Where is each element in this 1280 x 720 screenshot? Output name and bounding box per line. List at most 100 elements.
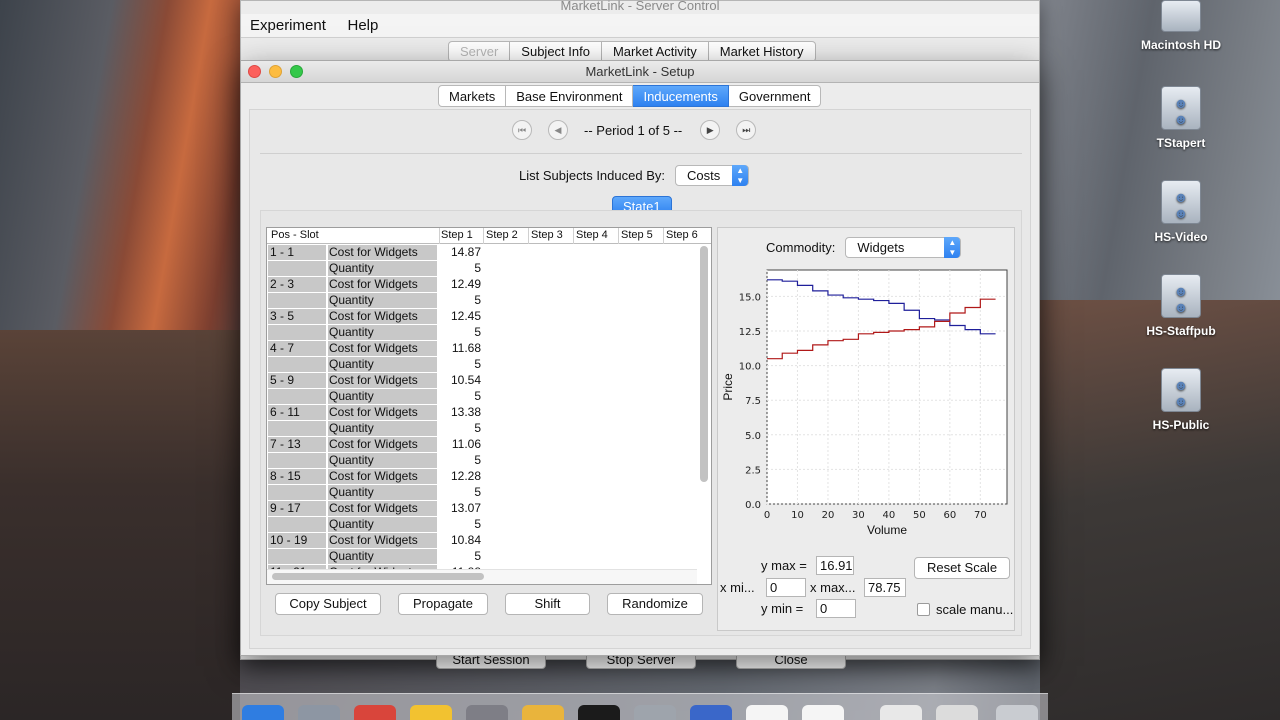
app-dock-icon[interactable] [522, 705, 564, 720]
step-1-cell[interactable]: 12.49 [439, 277, 481, 291]
next-period-icon[interactable]: ▶ [700, 120, 721, 140]
step-1-cell[interactable]: 13.07 [439, 501, 481, 515]
step-1-cell[interactable]: 13.38 [439, 405, 481, 419]
zoom-window-icon[interactable] [290, 65, 303, 78]
chart-panel: Commodity: Widgets ▲ ▼ 0.0 2.5 5.0 7.5 10.0 12… [717, 227, 1015, 631]
table-row[interactable]: Quantity 5 [267, 453, 697, 469]
table-row[interactable]: Quantity 5 [267, 485, 697, 501]
period-label: -- Period 1 of 5 -- [584, 122, 683, 138]
table-row[interactable]: 3 - 5 Cost for Widgets 12.45 [267, 309, 697, 325]
step-1-cell[interactable]: 5 [439, 261, 481, 275]
system-preferences-dock-icon[interactable] [466, 705, 508, 720]
step-1-cell[interactable]: 5 [439, 453, 481, 467]
drive-dock-icon[interactable] [410, 705, 452, 720]
xmin-field[interactable]: 0 [766, 578, 806, 597]
step-1-cell[interactable]: 12.45 [439, 309, 481, 323]
propagate-button[interactable]: Propagate [398, 593, 488, 615]
step-1-cell[interactable]: 11.06 [439, 437, 481, 451]
app-dock-icon[interactable] [634, 705, 676, 720]
menu-help[interactable]: Help [339, 14, 388, 37]
java-dock-icon[interactable] [746, 705, 788, 720]
tab-market-activity[interactable]: Market Activity [601, 41, 709, 62]
tab-inducements[interactable]: Inducements [633, 85, 729, 107]
trash-dock-icon[interactable] [996, 705, 1038, 720]
ymin-field[interactable]: 0 [816, 599, 856, 618]
table-row[interactable]: Quantity 5 [267, 389, 697, 405]
tab-server[interactable]: Server [448, 41, 511, 62]
desktop-icon-macintosh-hd[interactable]: Macintosh HD [1126, 0, 1236, 52]
header-step-4: Step 4 [576, 229, 608, 241]
table-row[interactable]: 6 - 11 Cost for Widgets 13.38 [267, 405, 697, 421]
table-row[interactable]: 7 - 13 Cost for Widgets 11.06 [267, 437, 697, 453]
commodity-select[interactable]: Widgets ▲ ▼ [845, 237, 962, 258]
desktop-icon-hs-video[interactable]: ☻☻ HS-Video [1126, 180, 1236, 244]
launchpad-dock-icon[interactable] [298, 705, 340, 720]
first-period-icon[interactable]: ⏮ [512, 120, 532, 140]
desktop-icon-tstapert[interactable]: ☻☻ TStapert [1126, 86, 1236, 150]
copy-subject-button[interactable]: Copy Subject [275, 593, 381, 615]
step-1-cell[interactable]: 10.84 [439, 533, 481, 547]
table-row[interactable]: Quantity 5 [267, 261, 697, 277]
randomize-button[interactable]: Randomize [607, 593, 703, 615]
tab-government[interactable]: Government [728, 85, 822, 107]
tab-markets[interactable]: Markets [438, 85, 507, 107]
vertical-scrollbar[interactable] [700, 246, 708, 482]
close-window-icon[interactable] [248, 65, 261, 78]
step-1-cell[interactable]: 14.87 [439, 245, 481, 259]
slot-label-cell: Cost for Widgets [328, 277, 437, 292]
java-dock-icon[interactable] [802, 705, 844, 720]
desktop-icon-hs-staffpub[interactable]: ☻☻ HS-Staffpub [1126, 274, 1236, 338]
step-1-cell[interactable]: 5 [439, 357, 481, 371]
step-1-cell[interactable]: 5 [439, 421, 481, 435]
desktop-icon-hs-public[interactable]: ☻☻ HS-Public [1126, 368, 1236, 432]
table-row[interactable]: 10 - 19 Cost for Widgets 10.84 [267, 533, 697, 549]
table-row[interactable]: 4 - 7 Cost for Widgets 11.68 [267, 341, 697, 357]
tab-market-history[interactable]: Market History [708, 41, 816, 62]
table-row[interactable]: Quantity 5 [267, 325, 697, 341]
terminal-dock-icon[interactable] [578, 705, 620, 720]
scale-manual-checkbox[interactable] [917, 603, 930, 616]
step-1-cell[interactable]: 11.68 [439, 341, 481, 355]
xmax-field[interactable]: 78.75 [864, 578, 906, 597]
step-1-cell[interactable]: 5 [439, 325, 481, 339]
x-axis-label: Volume [867, 523, 907, 537]
table-row[interactable]: 8 - 15 Cost for Widgets 12.28 [267, 469, 697, 485]
table-row[interactable]: 2 - 3 Cost for Widgets 12.49 [267, 277, 697, 293]
finder-dock-icon[interactable] [242, 705, 284, 720]
step-1-cell[interactable]: 5 [439, 485, 481, 499]
document-dock-icon[interactable] [880, 705, 922, 720]
list-by-select[interactable]: Costs ▲ ▼ [674, 165, 750, 186]
window-dock-icon[interactable] [936, 705, 978, 720]
tab-base-environment[interactable]: Base Environment [506, 85, 634, 107]
step-1-cell[interactable]: 5 [439, 517, 481, 531]
step-1-cell[interactable]: 5 [439, 389, 481, 403]
menu-experiment[interactable]: Experiment [241, 14, 335, 37]
shift-button[interactable]: Shift [505, 593, 590, 615]
commodity-row: Commodity: Widgets ▲ ▼ [766, 237, 962, 258]
table-row[interactable]: Quantity 5 [267, 549, 697, 565]
app-dock-icon[interactable] [690, 705, 732, 720]
reset-scale-button[interactable]: Reset Scale [914, 557, 1010, 579]
tab-subject-info[interactable]: Subject Info [510, 41, 602, 62]
ymax-label: y max = [761, 558, 807, 573]
ymax-field[interactable]: 16.91 [816, 556, 854, 575]
horizontal-scrollbar[interactable] [272, 573, 484, 580]
table-row[interactable]: Quantity 5 [267, 421, 697, 437]
chrome-dock-icon[interactable] [354, 705, 396, 720]
table-row[interactable]: Quantity 5 [267, 293, 697, 309]
table-row[interactable]: 9 - 17 Cost for Widgets 13.07 [267, 501, 697, 517]
last-period-icon[interactable]: ⏭ [736, 120, 757, 140]
y-tick-label: 12.5 [739, 327, 761, 338]
previous-period-icon[interactable]: ◀ [548, 120, 568, 140]
table-row[interactable]: 1 - 1 Cost for Widgets 14.87 [267, 245, 697, 261]
table-row[interactable]: 5 - 9 Cost for Widgets 10.54 [267, 373, 697, 389]
inducement-table[interactable]: Pos - Slot Step 1 Step 2 Step 3 Step 4 S… [266, 227, 712, 585]
minimize-window-icon[interactable] [269, 65, 282, 78]
pos-slot-cell [268, 389, 326, 404]
step-1-cell[interactable]: 10.54 [439, 373, 481, 387]
table-row[interactable]: Quantity 5 [267, 517, 697, 533]
table-row[interactable]: Quantity 5 [267, 357, 697, 373]
step-1-cell[interactable]: 5 [439, 549, 481, 563]
step-1-cell[interactable]: 5 [439, 293, 481, 307]
step-1-cell[interactable]: 12.28 [439, 469, 481, 483]
